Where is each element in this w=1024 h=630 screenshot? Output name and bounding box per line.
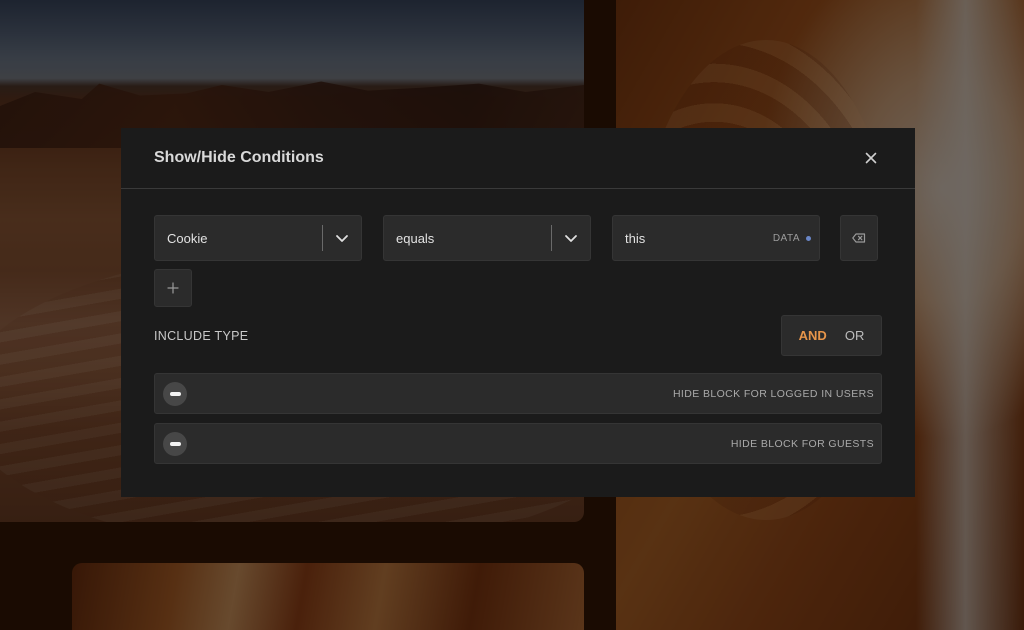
show-hide-conditions-modal: Show/Hide Conditions Cookie equals this … (121, 128, 915, 497)
hide-guests-row[interactable]: HIDE BLOCK FOR GUESTS (154, 423, 882, 464)
toggle-off-icon (169, 441, 181, 446)
data-tag-label: DATA (772, 232, 800, 244)
add-condition-button[interactable] (154, 269, 192, 307)
include-type-label: INCLUDE TYPE (154, 329, 249, 343)
plus-icon (167, 282, 179, 294)
condition-field-select[interactable]: Cookie (154, 215, 362, 261)
include-type-and-option[interactable]: AND (799, 328, 827, 343)
include-type-toggle[interactable]: AND OR (781, 315, 882, 356)
remove-condition-button[interactable] (840, 215, 878, 261)
condition-field-value: Cookie (167, 230, 208, 246)
hide-guests-toggle[interactable] (163, 431, 187, 456)
condition-operator-select[interactable]: equals (383, 215, 591, 261)
hide-guests-label: HIDE BLOCK FOR GUESTS (730, 437, 874, 450)
chevron-down-icon[interactable] (552, 234, 590, 243)
hide-logged-in-users-toggle[interactable] (163, 381, 187, 406)
modal-header: Show/Hide Conditions (121, 128, 915, 189)
dynamic-data-button[interactable]: DATA (773, 233, 811, 244)
toggle-off-icon (169, 391, 181, 396)
include-type-or-option[interactable]: OR (845, 328, 865, 343)
condition-operator-value: equals (396, 230, 435, 246)
chevron-down-icon[interactable] (323, 234, 361, 243)
hide-logged-in-users-row[interactable]: HIDE BLOCK FOR LOGGED IN USERS (154, 373, 882, 414)
backspace-icon (852, 233, 866, 243)
condition-value-input[interactable]: this DATA (612, 215, 820, 261)
condition-value-text: this (625, 230, 646, 246)
modal-title: Show/Hide Conditions (154, 149, 324, 166)
close-button[interactable] (863, 150, 879, 166)
data-indicator-dot (806, 235, 811, 241)
close-icon (865, 152, 877, 164)
hide-logged-in-users-label: HIDE BLOCK FOR LOGGED IN USERS (672, 387, 874, 400)
